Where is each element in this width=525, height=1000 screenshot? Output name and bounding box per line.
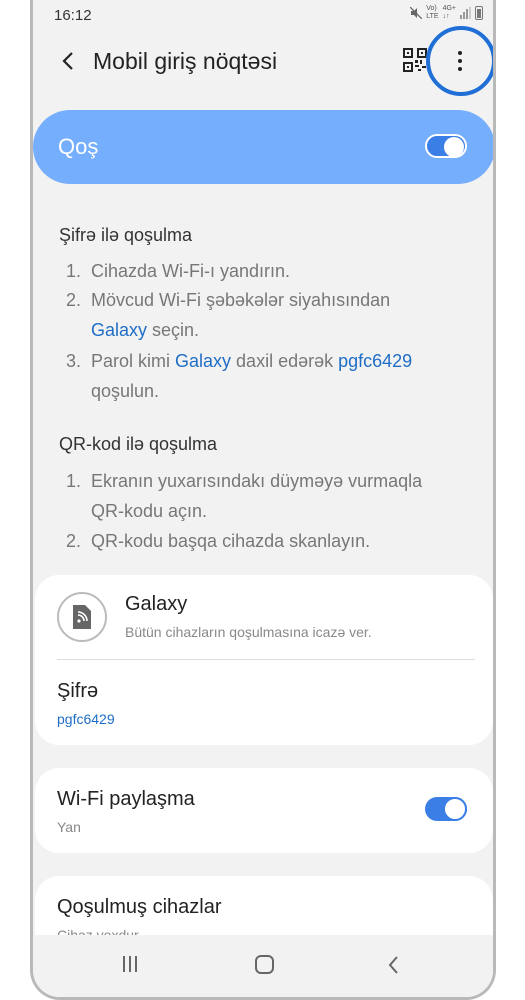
page-title: Mobil giriş nöqtəsi <box>93 48 278 74</box>
master-switch-row[interactable]: Qoş <box>33 110 493 184</box>
mute-icon <box>410 7 423 19</box>
qr-code-button[interactable] <box>403 48 427 72</box>
qr-section-heading: QR-kod ilə qoşulma <box>59 434 218 454</box>
qr-step-2: 2. QR-kodu başqa cihazda skanlayın. <box>66 531 371 551</box>
hotspot-icon <box>57 592 107 642</box>
password-step-2: 2. Mövcud Wi-Fi şəbəkələr siyahısından Ga… <box>66 290 391 340</box>
status-icons: Vo) LTE 4G+ ↓↑ <box>410 5 483 21</box>
master-toggle[interactable] <box>425 134 467 158</box>
qr-step-1: 1. Ekranın yuxarısındakı düyməyə vurmaqla… <box>66 471 423 521</box>
toggle-knob <box>444 137 464 157</box>
password-row[interactable] <box>35 660 493 745</box>
network-card: Galaxy Bütün cihazların qoşulmasına icaz… <box>35 575 493 745</box>
network-name-link: Galaxy <box>91 320 148 340</box>
volte-label: Vo) LTE <box>426 5 439 20</box>
wifi-sharing-subtitle: Yan <box>57 819 81 835</box>
password-step-3: 3. Parol kimi Galaxy daxil edərək pgfc642… <box>66 351 413 401</box>
nav-back-button[interactable] <box>387 955 399 980</box>
battery-icon <box>475 6 483 20</box>
toggle-knob <box>443 797 467 821</box>
recent-apps-button[interactable] <box>123 956 137 972</box>
wifi-sharing-row[interactable]: Wi-Fi paylaşma Yan <box>35 768 493 853</box>
password-step-1: 1. Cihazda Wi-Fi-ı yandırın. <box>66 261 291 281</box>
connected-devices-title: Qoşulmuş cihazlar <box>57 896 222 918</box>
network-name-row[interactable]: Galaxy Bütün cihazların qoşulmasına icaz… <box>35 575 493 659</box>
password-label: Şifrə <box>57 680 99 702</box>
wifi-sharing-toggle[interactable] <box>425 797 467 821</box>
navigation-bar <box>33 935 493 997</box>
wifi-sharing-title: Wi-Fi paylaşma <box>57 788 195 810</box>
chevron-left-icon <box>62 52 73 70</box>
status-time: 16:12 <box>54 7 92 24</box>
app-header: Mobil giriş nöqtəsi <box>33 30 493 94</box>
network-name: Galaxy <box>125 593 188 615</box>
back-button[interactable] <box>53 46 83 76</box>
highlight-circle <box>426 26 493 96</box>
password-value: pgfc6429 <box>57 711 115 727</box>
network-subtitle: Bütün cihazların qoşulmasına icazə ver. <box>125 624 372 640</box>
qr-code-icon <box>403 48 427 72</box>
password-section-heading: Şifrə ilə qoşulma <box>59 225 193 245</box>
network-label: 4G+ ↓↑ <box>442 5 456 20</box>
home-button[interactable] <box>255 955 274 974</box>
master-switch-label: Qoş <box>58 134 99 159</box>
chevron-left-icon <box>388 956 398 974</box>
status-bar: 16:12 Vo) LTE 4G+ ↓↑ <box>33 0 493 30</box>
signal-icon <box>460 7 471 19</box>
phone-frame: 16:12 Vo)LTE 4G+↓↑ Mobil giriş nöqtəsi <box>30 0 496 1000</box>
